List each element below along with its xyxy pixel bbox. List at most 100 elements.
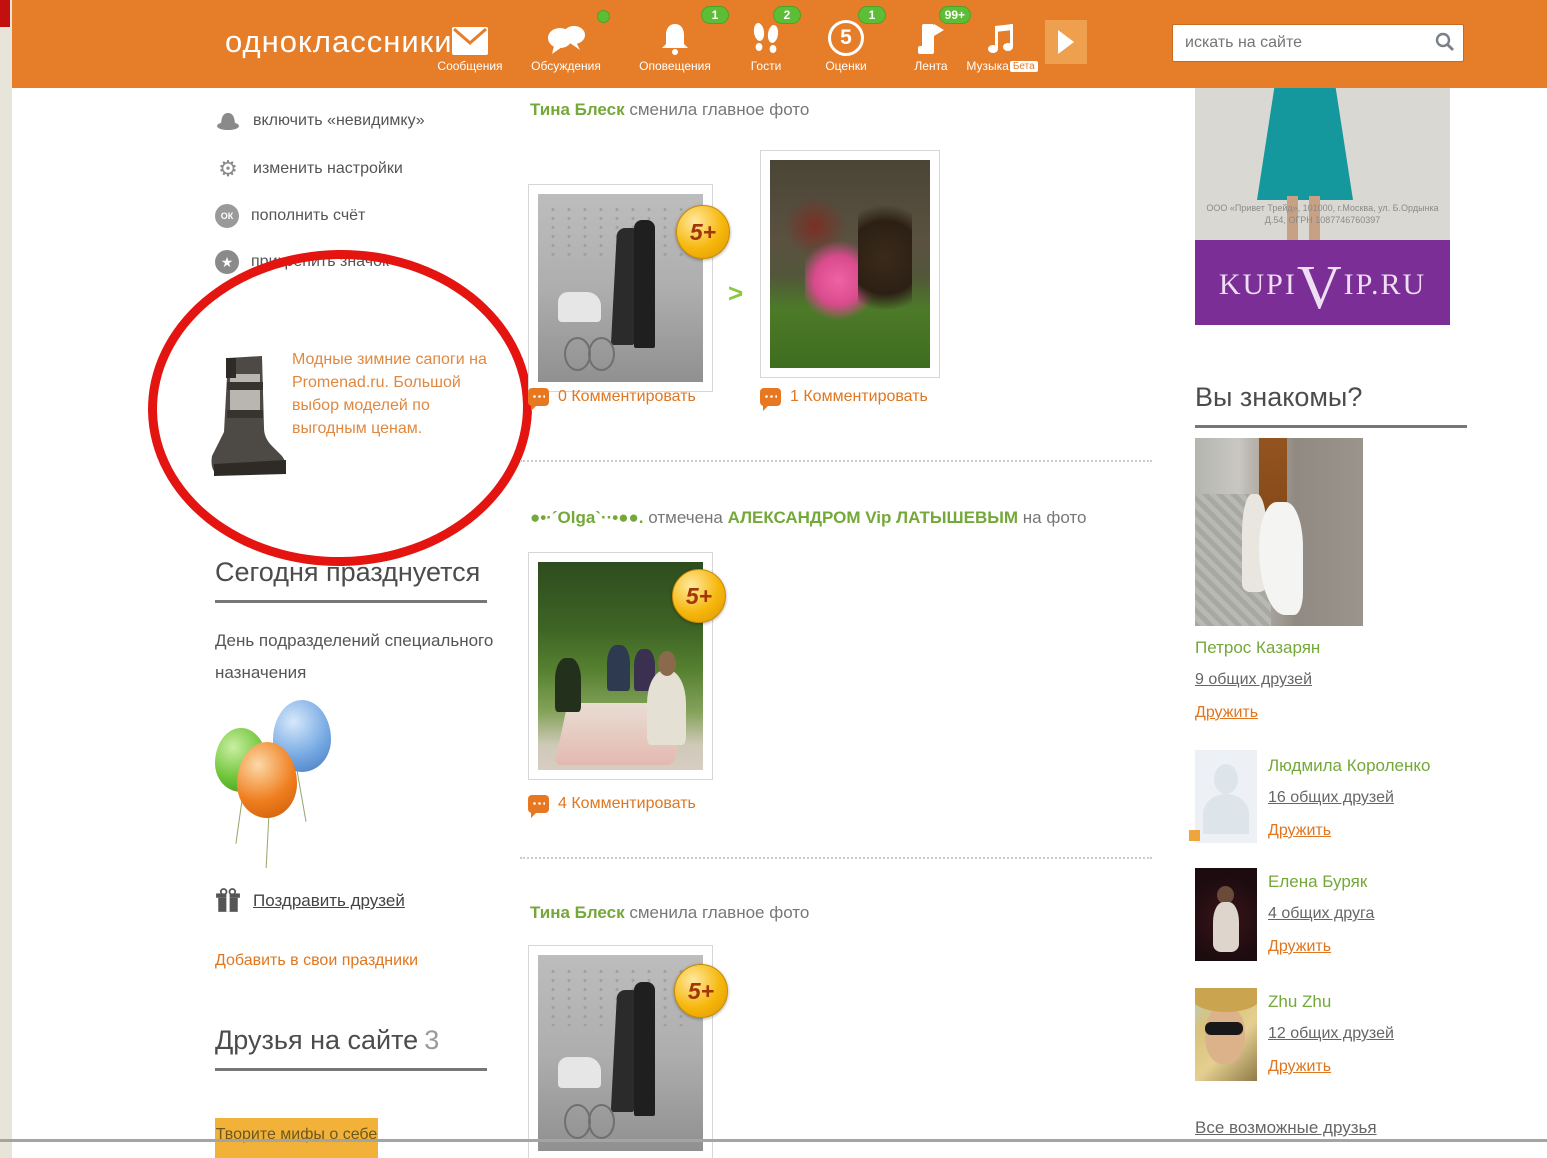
suggestion-name[interactable]: Петрос Казарян	[1195, 638, 1320, 658]
photo-mother-child	[770, 160, 930, 368]
add-friend-link[interactable]: Дружить	[1268, 938, 1331, 956]
feed-icon	[916, 22, 946, 56]
ok-coin-icon: ОК	[215, 204, 239, 228]
suggestion-avatar[interactable]	[1195, 868, 1257, 961]
vip-mark: Vip	[865, 508, 891, 527]
feed-separator	[520, 460, 1152, 462]
music-play-button[interactable]	[1045, 20, 1087, 64]
suggestion-name[interactable]: Zhu Zhu	[1268, 992, 1331, 1012]
site-search	[1172, 24, 1464, 62]
author-link[interactable]: Тина Блеск	[530, 100, 625, 119]
congratulate-friends-link[interactable]: Поздравить друзей	[215, 888, 405, 914]
music-note-icon	[985, 22, 1019, 56]
notification-badge: 1	[701, 6, 729, 24]
arrow-right-icon: >	[728, 278, 743, 309]
search-input[interactable]	[1183, 29, 1417, 57]
add-friend-link[interactable]: Дружить	[1268, 822, 1331, 840]
orange-marker	[1189, 830, 1200, 841]
mutual-friends-link[interactable]: 16 общих друзей	[1268, 789, 1394, 807]
rating-5-icon: 5	[828, 20, 864, 56]
feed-photo-tagged[interactable]: 5+	[528, 552, 713, 780]
sidebar-item-invisible-mode[interactable]: включить «невидимку»	[215, 108, 425, 134]
comment-link[interactable]: 4 Комментировать	[528, 795, 696, 813]
tagger-link[interactable]: ЛАТЫШЕВЫМ	[896, 508, 1018, 527]
mutual-friends-link[interactable]: 4 общих друга	[1268, 905, 1374, 923]
feed-photo-old[interactable]: 5+	[528, 945, 713, 1158]
rating-5plus-badge: 5+	[674, 964, 728, 1018]
comment-bubble-icon	[760, 388, 781, 406]
feed-item-header: Тина Блеск сменила главное фото	[530, 100, 809, 120]
author-link[interactable]: ●•·´Olga`··•●●.	[530, 508, 644, 527]
comment-bubble-icon	[528, 795, 549, 813]
all-possible-friends-link[interactable]: Все возможные друзья	[1195, 1118, 1377, 1138]
search-icon[interactable]	[1435, 32, 1455, 52]
nav-label: Обсуждения	[520, 59, 612, 73]
rating-5plus-badge: 5+	[672, 569, 726, 623]
page: одноклассники Сообщения Обсужден	[0, 0, 1547, 1158]
red-circle-annotation	[145, 247, 534, 570]
nav-messages[interactable]: Сообщения	[430, 14, 510, 73]
nav-guests[interactable]: 2 Гости	[735, 14, 797, 73]
nav-marks[interactable]: 5 1 Оценки	[810, 14, 882, 73]
suggestion-avatar[interactable]	[1195, 988, 1257, 1081]
footprints-icon	[750, 22, 782, 56]
add-friend-link[interactable]: Дружить	[1268, 1058, 1331, 1076]
guests-badge: 2	[773, 6, 801, 24]
holiday-text: День подразделений специального назначен…	[215, 625, 505, 689]
nav-label: МузыкаБета	[965, 59, 1039, 73]
mutual-friends-link[interactable]: 12 общих друзей	[1268, 1025, 1394, 1043]
nav-label: Сообщения	[430, 59, 510, 73]
myths-button[interactable]: Творите мифы о себе	[215, 1118, 378, 1158]
beta-tag: Бета	[1010, 61, 1038, 72]
kupivip-ad-image[interactable]: ООО «Привет Трейд», 101000, г.Москва, ул…	[1195, 88, 1450, 240]
play-icon	[1058, 30, 1074, 54]
you-know-heading: Вы знакомы?	[1195, 382, 1467, 428]
sidebar-item-top-up[interactable]: ОК пополнить счёт	[215, 204, 365, 228]
unread-dot	[597, 10, 610, 23]
add-friend-link[interactable]: Дружить	[1195, 704, 1258, 722]
nav-feed[interactable]: 99+ Лента	[895, 14, 967, 73]
suggestion-name[interactable]: Людмила Короленко	[1268, 756, 1430, 776]
nav-notifications[interactable]: 1 Оповещения	[625, 14, 725, 73]
gift-icon	[215, 888, 241, 914]
sidebar-item-settings[interactable]: ⚙ изменить настройки	[215, 156, 403, 182]
hat-icon	[215, 108, 241, 134]
suggestion-avatar-placeholder[interactable]	[1195, 750, 1257, 843]
friends-online-count: 3	[424, 1025, 439, 1055]
sidebar-item-label: пополнить счёт	[251, 207, 365, 225]
teal-dress-image	[1257, 88, 1353, 200]
suggestion-name[interactable]: Елена Буряк	[1268, 872, 1367, 892]
comment-link[interactable]: 0 Комментировать	[528, 388, 696, 406]
gear-icon: ⚙	[215, 156, 241, 182]
kupivip-banner[interactable]: KUPIVIP.RU	[1195, 240, 1450, 325]
top-bar: одноклассники Сообщения Обсужден	[0, 0, 1547, 88]
feed-item-header: ●•·´Olga`··•●●. отмечена АЛЕКСАНДРОМ Vip…	[530, 508, 1086, 528]
star-icon: ★	[215, 250, 239, 274]
holiday-heading: Сегодня празднуется	[215, 557, 487, 603]
feed-photo-old[interactable]: 5+	[528, 184, 713, 392]
suggestion-photo-wedding[interactable]	[1195, 438, 1363, 626]
mutual-friends-link[interactable]: 9 общих друзей	[1195, 671, 1312, 689]
nav-music[interactable]: МузыкаБета	[965, 14, 1039, 73]
kupivip-logo: KUPIVIP.RU	[1195, 268, 1450, 302]
author-link[interactable]: Тина Блеск	[530, 903, 625, 922]
chat-bubbles-icon	[546, 24, 586, 56]
tagger-link[interactable]: АЛЕКСАНДРОМ	[728, 508, 861, 527]
feed-item-header: Тина Блеск сменила главное фото	[530, 903, 809, 923]
nav-label: Лента	[895, 59, 967, 73]
feed-separator	[520, 857, 1152, 859]
bottom-window-edge	[0, 1139, 1547, 1142]
marks-badge: 1	[858, 6, 886, 24]
nav-discussions[interactable]: Обсуждения	[520, 14, 612, 73]
friends-online-heading: Друзья на сайте3	[215, 1025, 487, 1071]
comment-bubble-icon	[528, 388, 549, 406]
sidebar-item-label: включить «невидимку»	[253, 112, 425, 130]
nav-label: Гости	[735, 59, 797, 73]
add-holidays-link[interactable]: Добавить в свои праздники	[215, 952, 418, 970]
feed-photo-new[interactable]	[760, 150, 940, 378]
site-logo[interactable]: одноклассники	[225, 24, 453, 60]
bell-icon	[659, 22, 691, 56]
envelope-icon	[451, 26, 489, 56]
comment-link[interactable]: 1 Комментировать	[760, 388, 928, 406]
red-corner-mark	[0, 0, 10, 27]
